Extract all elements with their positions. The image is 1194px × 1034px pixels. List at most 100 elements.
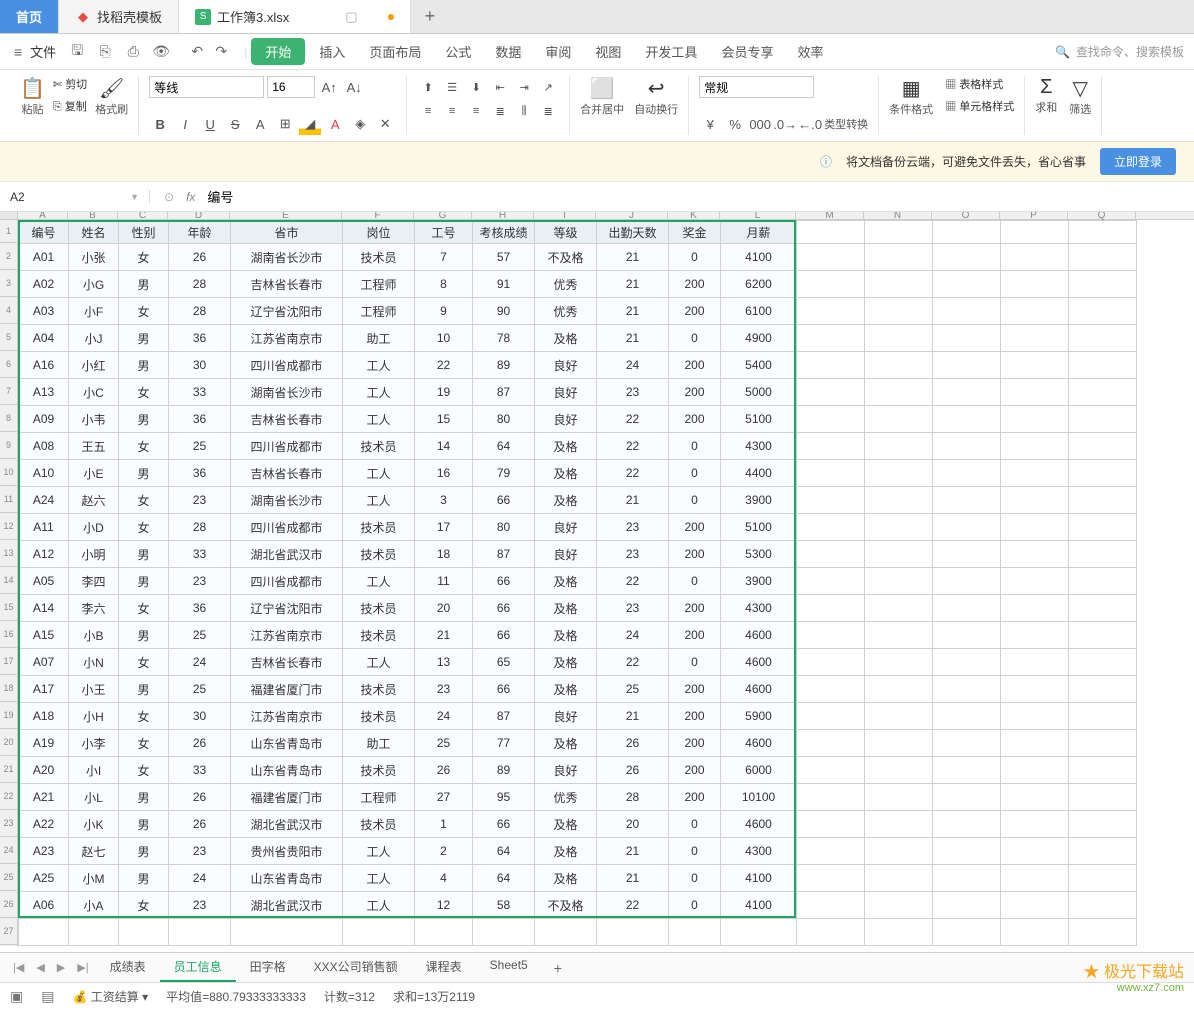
data-cell[interactable]: 男 bbox=[119, 784, 169, 811]
header-cell[interactable]: 编号 bbox=[19, 221, 69, 244]
data-cell[interactable]: 王五 bbox=[69, 433, 119, 460]
data-cell[interactable]: 及格 bbox=[535, 595, 597, 622]
data-cell[interactable]: A23 bbox=[19, 838, 69, 865]
table-style-button[interactable]: ▦ 表格样式 bbox=[945, 76, 1014, 92]
font-box-button[interactable]: A bbox=[249, 113, 271, 135]
data-cell[interactable]: 及格 bbox=[535, 460, 597, 487]
data-cell[interactable]: 57 bbox=[473, 244, 535, 271]
data-cell[interactable]: A10 bbox=[19, 460, 69, 487]
data-cell[interactable]: 小韦 bbox=[69, 406, 119, 433]
header-cell[interactable]: 岗位 bbox=[343, 221, 415, 244]
data-cell[interactable]: 不及格 bbox=[535, 244, 597, 271]
col-I[interactable]: I bbox=[534, 212, 596, 219]
fx-icon[interactable]: fx bbox=[186, 190, 195, 204]
data-cell[interactable]: 小F bbox=[69, 298, 119, 325]
data-cell[interactable]: 辽宁省沈阳市 bbox=[231, 298, 343, 325]
data-cell[interactable]: 80 bbox=[473, 406, 535, 433]
sheet-tab[interactable]: Sheet5 bbox=[476, 953, 542, 982]
ribbon-tab-review[interactable]: 审阅 bbox=[535, 36, 581, 67]
data-cell[interactable]: 30 bbox=[169, 703, 231, 730]
data-cell[interactable]: 24 bbox=[597, 622, 669, 649]
data-cell[interactable]: A14 bbox=[19, 595, 69, 622]
col-A[interactable]: A bbox=[18, 212, 68, 219]
sheet-tab[interactable]: 员工信息 bbox=[160, 953, 236, 982]
data-cell[interactable]: 64 bbox=[473, 433, 535, 460]
thousands-icon[interactable]: 000 bbox=[749, 113, 771, 135]
data-cell[interactable]: 小E bbox=[69, 460, 119, 487]
data-cell[interactable]: 24 bbox=[415, 703, 473, 730]
data-cell[interactable]: 女 bbox=[119, 298, 169, 325]
data-cell[interactable]: 4600 bbox=[721, 622, 797, 649]
data-cell[interactable]: 工程师 bbox=[343, 298, 415, 325]
data-cell[interactable]: 5000 bbox=[721, 379, 797, 406]
dec-decimal-icon[interactable]: ←.0 bbox=[799, 113, 821, 135]
data-cell[interactable]: 福建省厦门市 bbox=[231, 784, 343, 811]
data-cell[interactable]: 36 bbox=[169, 460, 231, 487]
row-header[interactable]: 10 bbox=[0, 459, 17, 486]
data-cell[interactable]: 66 bbox=[473, 676, 535, 703]
align-bottom-icon[interactable]: ⬇ bbox=[465, 76, 487, 98]
data-cell[interactable]: 11 bbox=[415, 568, 473, 595]
data-cell[interactable]: 23 bbox=[597, 379, 669, 406]
data-cell[interactable]: 58 bbox=[473, 892, 535, 919]
data-cell[interactable]: 22 bbox=[597, 460, 669, 487]
data-cell[interactable]: 小H bbox=[69, 703, 119, 730]
data-cell[interactable]: 江苏省南京市 bbox=[231, 622, 343, 649]
row-header[interactable]: 13 bbox=[0, 540, 17, 567]
data-cell[interactable]: 及格 bbox=[535, 676, 597, 703]
data-cell[interactable]: 200 bbox=[669, 676, 721, 703]
data-cell[interactable]: 10 bbox=[415, 325, 473, 352]
data-cell[interactable]: A06 bbox=[19, 892, 69, 919]
header-cell[interactable]: 性别 bbox=[119, 221, 169, 244]
data-cell[interactable]: 21 bbox=[597, 244, 669, 271]
sheet-first-icon[interactable]: |◀ bbox=[8, 959, 29, 976]
data-cell[interactable]: 李四 bbox=[69, 568, 119, 595]
percent-icon[interactable]: % bbox=[724, 113, 746, 135]
data-cell[interactable]: 0 bbox=[669, 649, 721, 676]
ribbon-tab-devtools[interactable]: 开发工具 bbox=[635, 36, 707, 67]
data-cell[interactable]: 26 bbox=[169, 784, 231, 811]
data-cell[interactable]: 4600 bbox=[721, 811, 797, 838]
header-cell[interactable]: 奖金 bbox=[669, 221, 721, 244]
data-cell[interactable]: 女 bbox=[119, 244, 169, 271]
data-cell[interactable]: 79 bbox=[473, 460, 535, 487]
data-cell[interactable]: 及格 bbox=[535, 649, 597, 676]
data-cell[interactable]: 28 bbox=[169, 298, 231, 325]
paste-icon[interactable]: 📋 bbox=[20, 76, 45, 101]
currency-icon[interactable]: ¥ bbox=[699, 113, 721, 135]
data-cell[interactable]: 工人 bbox=[343, 865, 415, 892]
data-cell[interactable]: 2 bbox=[415, 838, 473, 865]
data-cell[interactable]: 26 bbox=[169, 811, 231, 838]
save-icon[interactable]: 🖫 bbox=[68, 43, 86, 61]
data-cell[interactable]: 男 bbox=[119, 460, 169, 487]
ribbon-tab-vip[interactable]: 会员专享 bbox=[711, 36, 783, 67]
data-cell[interactable]: 5100 bbox=[721, 406, 797, 433]
data-cell[interactable]: 工人 bbox=[343, 352, 415, 379]
row-header[interactable]: 20 bbox=[0, 729, 17, 756]
data-cell[interactable]: 15 bbox=[415, 406, 473, 433]
row-header[interactable]: 27 bbox=[0, 918, 17, 945]
data-cell[interactable]: 辽宁省沈阳市 bbox=[231, 595, 343, 622]
data-cell[interactable]: A19 bbox=[19, 730, 69, 757]
data-cell[interactable]: 湖北省武汉市 bbox=[231, 541, 343, 568]
data-cell[interactable]: 21 bbox=[415, 622, 473, 649]
data-cell[interactable]: 33 bbox=[169, 379, 231, 406]
data-cell[interactable]: 技术员 bbox=[343, 703, 415, 730]
data-cell[interactable]: 4300 bbox=[721, 595, 797, 622]
sheet-tab[interactable]: 成绩表 bbox=[96, 953, 160, 982]
row-header[interactable]: 25 bbox=[0, 864, 17, 891]
justify-icon[interactable]: ≣ bbox=[489, 100, 511, 122]
row-header[interactable]: 7 bbox=[0, 378, 17, 405]
data-cell[interactable]: 男 bbox=[119, 271, 169, 298]
data-cell[interactable]: 女 bbox=[119, 487, 169, 514]
header-cell[interactable]: 月薪 bbox=[721, 221, 797, 244]
select-all-corner[interactable] bbox=[0, 212, 18, 219]
col-Q[interactable]: Q bbox=[1068, 212, 1136, 219]
fill-color-button[interactable]: ◢ bbox=[299, 113, 321, 135]
align-middle-icon[interactable]: ☰ bbox=[441, 76, 463, 98]
data-cell[interactable]: 女 bbox=[119, 730, 169, 757]
data-cell[interactable]: 200 bbox=[669, 730, 721, 757]
text-effects-button[interactable]: ◈ bbox=[349, 113, 371, 135]
col-P[interactable]: P bbox=[1000, 212, 1068, 219]
data-cell[interactable]: 4 bbox=[415, 865, 473, 892]
